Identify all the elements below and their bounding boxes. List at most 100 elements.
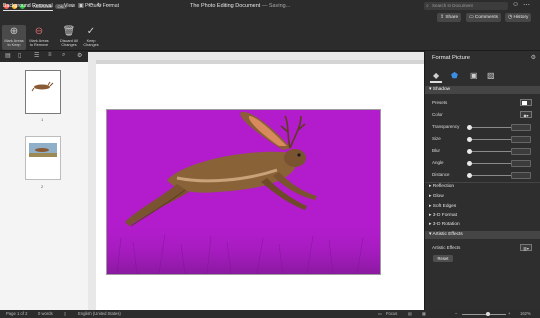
list-icon[interactable]: ≡ — [48, 52, 52, 58]
thumbnails-icon[interactable]: ▯ — [18, 52, 21, 59]
search-icon: ⌕ — [426, 3, 429, 9]
zoom-in-icon[interactable]: + — [508, 310, 510, 318]
pencil-plus-icon: ⊕ — [9, 26, 19, 37]
page-count[interactable]: Page 1 of 2 — [6, 310, 27, 318]
share-button[interactable]: ⇪ Share — [437, 13, 462, 22]
keep-changes-button[interactable]: ✓ Keep Changes — [79, 25, 103, 48]
transparency-label: Transparency — [432, 124, 460, 129]
proofing-icon[interactable]: ▯ — [64, 310, 66, 318]
settings-icon[interactable]: ⚙ — [77, 52, 82, 59]
size-spinner[interactable] — [511, 136, 531, 143]
zoom-out-icon[interactable]: – — [455, 310, 457, 318]
layout-properties-icon[interactable]: ▣ — [470, 71, 478, 80]
active-pane-tab-indicator — [430, 81, 442, 83]
focus-label[interactable]: Focus — [386, 310, 397, 318]
reflection-section[interactable]: ▸ Reflection — [429, 184, 454, 189]
horizontal-ruler[interactable] — [88, 52, 424, 60]
vertical-ruler[interactable] — [88, 60, 96, 310]
selected-picture[interactable] — [106, 109, 381, 275]
size-slider-knob[interactable] — [467, 137, 472, 142]
comments-label: Comments — [474, 15, 499, 20]
page-thumbnail-2[interactable] — [25, 136, 61, 180]
mark-keep-label-2: to Keep — [7, 43, 21, 48]
search-document-icon[interactable]: ⌕ — [62, 52, 65, 59]
fill-line-icon[interactable]: ◆ — [433, 71, 439, 80]
blur-label: Blur — [432, 148, 441, 153]
zoom-slider[interactable] — [462, 314, 506, 315]
distance-spinner[interactable] — [511, 172, 531, 179]
web-layout-icon[interactable]: ▦ — [422, 310, 426, 318]
angle-spinner[interactable] — [511, 160, 531, 167]
zoom-level[interactable]: 162% — [520, 310, 531, 318]
more-options-icon[interactable]: ⋯ — [523, 0, 530, 11]
3d-rotation-label: 3-D Rotation — [432, 222, 460, 227]
keep-label-2: Changes — [83, 43, 99, 48]
document-name: The Photo Editing Document — [190, 3, 261, 9]
history-label: History — [513, 15, 529, 20]
color-label: Color — [432, 112, 443, 117]
outline-icon[interactable]: ☰ — [34, 52, 39, 59]
pane-settings-icon[interactable]: ⚙ — [531, 54, 536, 61]
focus-icon[interactable]: ▭ — [378, 310, 382, 318]
artistic-effects-dropdown[interactable]: ▥▾ — [520, 244, 532, 251]
artistic-effects-section-header[interactable]: ▾ Artistic Effects — [425, 231, 540, 239]
presets-dropdown[interactable] — [520, 99, 532, 106]
page-thumbnails-pane: 1 2 — [0, 62, 88, 310]
tab-picture-format[interactable]: Picture Format — [85, 1, 119, 11]
reset-button[interactable]: Reset — [433, 255, 453, 262]
search-placeholder: Search in Document — [432, 3, 473, 8]
angle-slider-knob[interactable] — [467, 161, 472, 166]
word-window: AutoSave ON ⌂ ▣ ↶ ↻ ⋯ The Photo Editing … — [0, 0, 540, 318]
language[interactable]: English (United States) — [78, 310, 121, 318]
feedback-smiley-icon[interactable]: ☺ — [512, 1, 519, 8]
discard-label-2: Changes — [61, 43, 77, 48]
artistic-effects-label: Artistic Effects — [432, 245, 461, 250]
distance-slider-knob[interactable] — [467, 173, 472, 178]
glow-section[interactable]: ▸ Glow — [429, 194, 444, 199]
zoom-slider-knob[interactable] — [486, 312, 490, 316]
checkmark-icon: ✓ — [86, 26, 96, 37]
document-title: The Photo Editing Document — Saving... — [190, 0, 290, 12]
thumbnail-photo-image — [29, 143, 57, 157]
picture-icon[interactable]: ▨ — [487, 71, 495, 80]
comments-button[interactable]: ▭ Comments — [466, 13, 502, 22]
color-picker-button[interactable]: ◆▾ — [520, 111, 532, 118]
shadow-header-label: Shadow — [432, 87, 451, 92]
section-divider — [425, 182, 540, 183]
thumbnail-rabbit-image — [31, 81, 54, 92]
print-layout-icon[interactable]: ▤ — [408, 310, 412, 318]
blur-slider-knob[interactable] — [467, 149, 472, 154]
size-label: Size — [432, 136, 441, 141]
3d-format-section[interactable]: ▸ 3-D Format — [429, 213, 457, 218]
preset-swatch — [522, 101, 527, 105]
tab-view[interactable]: View — [64, 1, 75, 11]
transparency-slider-knob[interactable] — [467, 125, 472, 130]
shadow-section-header[interactable]: ▾ Shadow — [425, 86, 540, 94]
distance-label: Distance — [432, 172, 450, 177]
history-button[interactable]: ◷ History — [505, 13, 532, 22]
artistic-header-label: Artistic Effects — [432, 232, 463, 237]
discard-all-changes-button[interactable]: 🗑 Discard All Changes — [57, 25, 81, 48]
pane-title: Format Picture — [432, 55, 471, 61]
page-thumbnail-1[interactable] — [25, 70, 61, 114]
3d-rotation-section[interactable]: ▸ 3-D Rotation — [429, 222, 460, 227]
search-input[interactable]: ⌕ Search in Document — [424, 2, 508, 10]
effects-icon[interactable]: ⬟ — [451, 71, 458, 80]
soft-edges-section[interactable]: ▸ Soft Edges — [429, 204, 456, 209]
share-label: Share — [445, 15, 459, 20]
transparency-spinner[interactable] — [511, 124, 531, 131]
jackrabbit-photo — [107, 111, 380, 275]
document-canvas — [96, 60, 424, 310]
3d-format-label: 3-D Format — [432, 213, 458, 218]
page-number-1: 1 — [41, 117, 44, 122]
mark-areas-to-keep-button[interactable]: ⊕ Mark Areas to Keep — [2, 25, 26, 50]
word-count[interactable]: 0 words — [38, 310, 53, 318]
sidebar-toggle-icon[interactable]: ▤ — [5, 52, 11, 59]
soft-edges-label: Soft Edges — [432, 204, 457, 209]
save-icon[interactable]: ▣ — [78, 0, 84, 12]
status-bar: Page 1 of 2 0 words ▯ English (United St… — [0, 310, 540, 318]
page-number-2: 2 — [41, 184, 44, 189]
mark-areas-to-remove-button[interactable]: ⊖ Mark Areas to Remove — [27, 25, 51, 48]
tab-background-removal[interactable]: Background Removal — [3, 1, 53, 11]
blur-spinner[interactable] — [511, 148, 531, 155]
